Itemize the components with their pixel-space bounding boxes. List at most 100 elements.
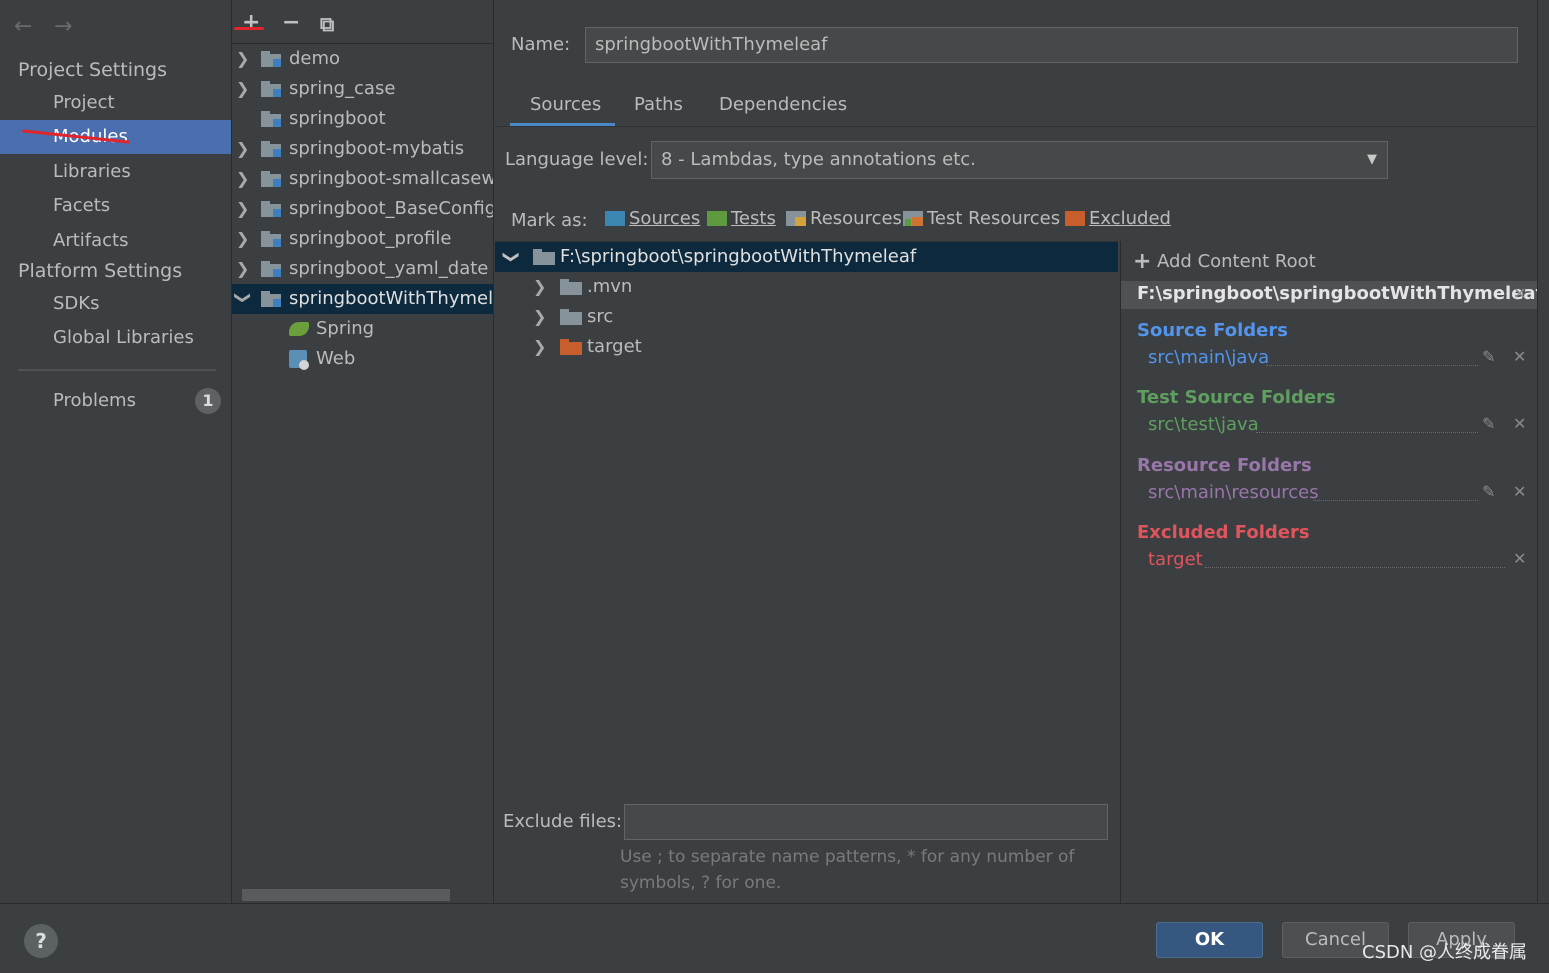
remove-module-button[interactable]: −	[282, 10, 300, 35]
chevron-down-icon[interactable]: ❯	[232, 291, 258, 307]
forward-arrow-icon[interactable]: →	[54, 14, 72, 39]
content-root-path: F:\springboot\springbootWithThymeleaf	[1137, 283, 1544, 304]
edit-pencil-icon[interactable]: ✎	[1482, 347, 1495, 366]
module-row-springboot-baseconfig[interactable]: ❯ springboot_BaseConfig	[232, 194, 494, 224]
module-label: springboot_yaml_date	[289, 258, 489, 279]
module-name-input[interactable]: springbootWithThymeleaf	[585, 27, 1518, 63]
module-label: springboot-smallcasewi	[289, 168, 494, 189]
globe-icon	[299, 360, 309, 370]
chevron-right-icon[interactable]: ❯	[236, 194, 252, 224]
language-level-select[interactable]: 8 - Lambdas, type annotations etc. ▼	[651, 141, 1388, 179]
module-label: springboot	[289, 108, 386, 129]
content-root-tree: ❯ F:\springboot\springbootWithThymeleaf …	[495, 241, 1118, 801]
facet-row-spring[interactable]: Spring	[232, 314, 493, 344]
mark-tests-label: Tests	[731, 208, 776, 229]
sidebar-item-modules[interactable]: Modules	[0, 120, 231, 154]
chevron-right-icon[interactable]: ❯	[533, 272, 546, 302]
excluded-folders-title: Excluded Folders	[1137, 522, 1310, 543]
chevron-down-icon[interactable]: ❯	[497, 250, 527, 263]
module-row-springboot[interactable]: springboot	[232, 104, 493, 134]
edit-pencil-icon[interactable]: ✎	[1482, 414, 1495, 433]
sidebar-item-global-libraries[interactable]: Global Libraries	[0, 321, 231, 355]
module-label: springboot_BaseConfig	[289, 198, 494, 219]
module-label: springbootWithThymele	[289, 288, 494, 309]
source-folders-title: Source Folders	[1137, 320, 1288, 341]
module-row-spring-case[interactable]: ❯ spring_case	[232, 74, 493, 104]
chevron-right-icon[interactable]: ❯	[236, 134, 252, 164]
module-folder-icon	[261, 51, 281, 67]
ok-button[interactable]: OK	[1156, 922, 1263, 958]
chevron-right-icon[interactable]: ❯	[236, 254, 252, 284]
copy-module-button[interactable]: ⧉	[320, 12, 334, 36]
tabs-divider	[495, 126, 1537, 127]
exclude-files-label: Exclude files:	[503, 811, 623, 832]
tab-sources[interactable]: Sources	[530, 94, 601, 115]
chevron-right-icon[interactable]: ❯	[533, 332, 546, 362]
tree-row-mvn[interactable]: ❯ .mvn	[495, 272, 1118, 302]
tab-paths[interactable]: Paths	[634, 94, 683, 115]
exclude-files-input[interactable]	[624, 804, 1108, 840]
facet-label: Web	[316, 348, 356, 369]
chevron-right-icon[interactable]: ❯	[236, 224, 252, 254]
red-annotation-dash	[234, 27, 264, 30]
mark-excluded-label: Excluded	[1089, 208, 1171, 229]
tree-row-target[interactable]: ❯ target	[495, 332, 1118, 362]
sidebar-item-sdks[interactable]: SDKs	[0, 287, 231, 321]
mark-resources-button[interactable]: Resources	[786, 208, 902, 229]
module-row-springboot-profile[interactable]: ❯ springboot_profile	[232, 224, 493, 254]
back-arrow-icon[interactable]: ←	[14, 14, 32, 39]
chevron-right-icon[interactable]: ❯	[533, 302, 546, 332]
help-button[interactable]: ?	[24, 924, 58, 958]
remove-root-icon[interactable]: ✕	[1513, 284, 1526, 303]
mark-excluded-button[interactable]: Excluded	[1065, 208, 1171, 229]
module-folder-icon	[261, 141, 281, 157]
module-label: springboot_profile	[289, 228, 452, 249]
source-folder-path: src\main\java	[1148, 347, 1270, 368]
add-icon[interactable]: +	[1133, 249, 1151, 274]
module-folder-icon	[261, 261, 281, 277]
module-folder-icon	[261, 231, 281, 247]
mark-sources-button[interactable]: Sources	[605, 208, 700, 229]
sidebar-item-facets[interactable]: Facets	[0, 189, 231, 223]
module-row-springboot-mybatis[interactable]: ❯ springboot-mybatis	[232, 134, 493, 164]
mark-tests-button[interactable]: Tests	[707, 208, 776, 229]
tree-row-root[interactable]: ❯ F:\springboot\springbootWithThymeleaf	[495, 242, 1118, 272]
edit-pencil-icon[interactable]: ✎	[1482, 482, 1495, 501]
module-row-springbootwiththymeleaf[interactable]: ❯ springbootWithThymele	[232, 284, 494, 314]
module-row-springboot-smallcase[interactable]: ❯ springboot-smallcasewi	[232, 164, 494, 194]
mark-sources-label: Sources	[629, 208, 701, 229]
module-folder-icon	[261, 291, 281, 307]
remove-folder-icon[interactable]: ✕	[1513, 347, 1526, 366]
exclude-hint-line-1: Use ; to separate name patterns, * for a…	[620, 847, 1075, 867]
remove-folder-icon[interactable]: ✕	[1513, 549, 1526, 568]
sidebar-item-libraries[interactable]: Libraries	[0, 155, 231, 189]
tab-dependencies[interactable]: Dependencies	[719, 94, 847, 115]
sources-folder-icon	[605, 211, 625, 226]
sidebar-item-project[interactable]: Project	[0, 86, 231, 120]
chevron-right-icon[interactable]: ❯	[236, 164, 252, 194]
module-folder-icon	[261, 111, 281, 127]
chevron-right-icon[interactable]: ❯	[236, 44, 252, 74]
module-row-demo[interactable]: ❯ demo	[232, 44, 493, 74]
tree-root-label: F:\springboot\springbootWithThymeleaf	[560, 246, 917, 267]
sidebar-item-artifacts[interactable]: Artifacts	[0, 224, 231, 258]
add-module-button[interactable]: +	[242, 10, 260, 35]
tests-folder-icon	[707, 211, 727, 226]
mark-as-label: Mark as:	[511, 210, 588, 231]
test-folder-path: src\test\java	[1148, 414, 1259, 435]
add-content-root-button[interactable]: Add Content Root	[1157, 251, 1316, 272]
leader-dots	[1266, 365, 1478, 366]
tree-row-src[interactable]: ❯ src	[495, 302, 1118, 332]
remove-folder-icon[interactable]: ✕	[1513, 414, 1526, 433]
tree-item-label: target	[587, 336, 642, 357]
chevron-right-icon[interactable]: ❯	[236, 74, 252, 104]
watermark-text: CSDN @人终成眷属	[1362, 942, 1528, 963]
mark-test-resources-button[interactable]: Test Resources	[903, 208, 1060, 229]
horizontal-scrollbar[interactable]	[242, 889, 450, 901]
facet-row-web[interactable]: Web	[232, 344, 493, 374]
language-level-label: Language level:	[505, 149, 649, 170]
module-list-panel: + − ⧉ ❯ demo ❯ spring_case springboot ❯ …	[232, 0, 494, 903]
facet-label: Spring	[316, 318, 375, 339]
module-row-springboot-yaml-date[interactable]: ❯ springboot_yaml_date	[232, 254, 493, 284]
remove-folder-icon[interactable]: ✕	[1513, 482, 1526, 501]
